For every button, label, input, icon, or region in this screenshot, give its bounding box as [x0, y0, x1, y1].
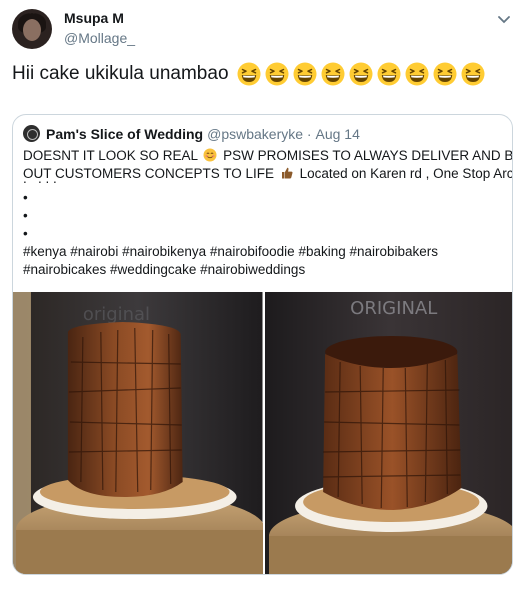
- grinning-squinting-face-icon: [321, 62, 345, 86]
- quoted-date[interactable]: Aug 14: [315, 126, 359, 142]
- bullet-line: •: [23, 226, 28, 241]
- author-name[interactable]: Msupa M: [64, 10, 124, 26]
- grinning-squinting-face-icon: [461, 62, 485, 86]
- grinning-squinting-face-icon: [265, 62, 289, 86]
- tweet-text: Hii cake ukikula unambao: [12, 62, 485, 86]
- tree-stump-cake-photo: original: [13, 292, 263, 574]
- bullet-line: •: [23, 190, 28, 205]
- cake-photo-right[interactable]: ORIGINAL: [264, 292, 512, 574]
- quoted-line-2: OUT CUSTOMERS CONCEPTS TO LIFE Located o…: [23, 165, 512, 183]
- svg-text:original: original: [83, 304, 150, 325]
- quoted-author-handle[interactable]: @pswbakeryke: [207, 126, 303, 142]
- quoted-author-name[interactable]: Pam's Slice of Wedding: [46, 126, 203, 142]
- chevron-down-icon[interactable]: [495, 10, 513, 28]
- author-handle[interactable]: @Mollage_: [64, 30, 135, 46]
- quoted-tweet-text: DOESNT IT LOOK SO REAL PSW PROMISES TO A…: [23, 147, 512, 279]
- grinning-squinting-face-icon: [405, 62, 429, 86]
- quoted-avatar[interactable]: [23, 125, 40, 142]
- grinning-squinting-face-icon: [349, 62, 373, 86]
- tree-stump-cake-photo: ORIGINAL: [264, 292, 512, 574]
- quoted-text-segment: Located on Karen rd , One Stop Arcade: [299, 166, 513, 181]
- cake-photo-left[interactable]: original: [13, 292, 263, 574]
- grinning-squinting-face-icon: [237, 62, 261, 86]
- quoted-line-1: DOESNT IT LOOK SO REAL PSW PROMISES TO A…: [23, 147, 512, 165]
- tweet-text-content: Hii cake ukikula unambao: [12, 63, 229, 84]
- grinning-squinting-face-icon: [293, 62, 317, 86]
- svg-text:ORIGINAL: ORIGINAL: [350, 298, 437, 319]
- thumbs-up-icon: [281, 167, 293, 179]
- quoted-tweet[interactable]: Pam's Slice of Wedding @pswbakeryke · Au…: [12, 114, 513, 575]
- hashtags-line-2[interactable]: #nairobicakes #weddingcake #nairobiweddi…: [23, 261, 503, 279]
- quoted-text-segment: DOESNT IT LOOK SO REAL: [23, 148, 198, 163]
- bullet-line: •: [23, 208, 28, 223]
- separator-dot: ·: [303, 125, 316, 142]
- tweet: Msupa M @Mollage_ Hii cake ukikula unamb…: [0, 0, 525, 590]
- grinning-squinting-face-icon: [433, 62, 457, 86]
- quoted-text-segment: PSW PROMISES TO ALWAYS DELIVER AND BRING: [223, 148, 513, 163]
- avatar[interactable]: [12, 9, 52, 49]
- emoji-row: [237, 62, 485, 86]
- grinning-squinting-face-icon: [377, 62, 401, 86]
- hashtags-line-1[interactable]: #kenya #nairobi #nairobikenya #nairobifo…: [23, 243, 503, 261]
- quoted-text-segment: OUT CUSTOMERS CONCEPTS TO LIFE: [23, 166, 275, 181]
- quoted-tweet-header: Pam's Slice of Wedding @pswbakeryke · Au…: [23, 125, 360, 142]
- blushing-face-icon: [203, 148, 217, 162]
- media-grid: original ORIGINAL: [13, 292, 512, 574]
